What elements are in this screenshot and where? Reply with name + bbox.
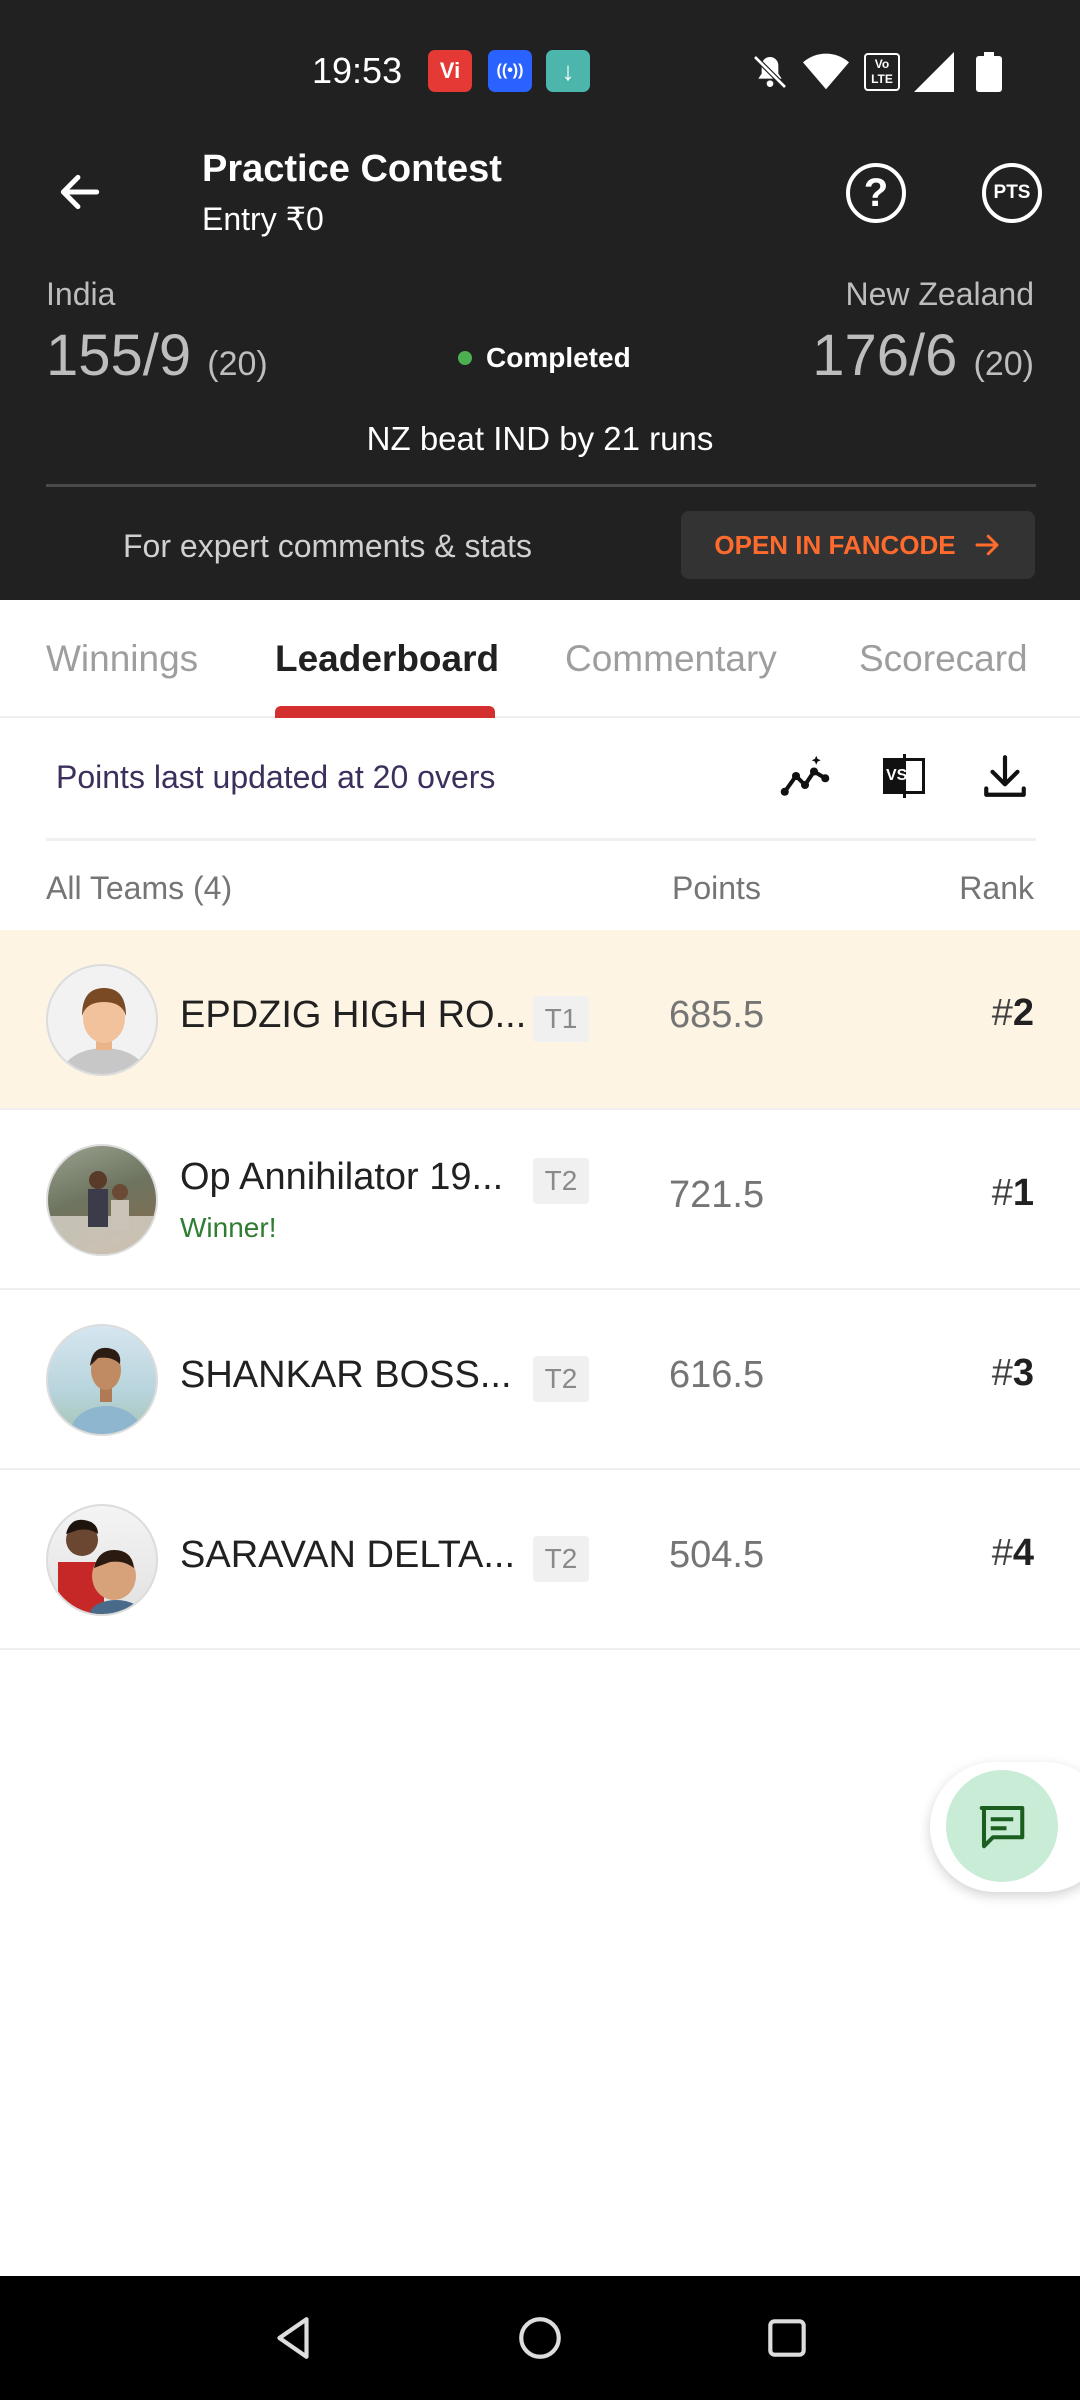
versus-label: VS	[886, 767, 908, 784]
team-rank: #1	[992, 1172, 1034, 1215]
team-row[interactable]: SARAVAN DELTA... T2 504.5 #4	[0, 1470, 1080, 1650]
avatar	[46, 1504, 158, 1616]
rank-value: 3	[1012, 1352, 1034, 1394]
team-points: 685.5	[669, 994, 765, 1036]
arrow-right-icon	[975, 534, 999, 556]
back-arrow-icon[interactable]	[48, 160, 112, 224]
tab-leaderboard[interactable]: Leaderboard	[275, 638, 499, 680]
points-updated-text: Points last updated at 20 overs	[56, 759, 496, 795]
battery-icon	[976, 50, 1002, 94]
team1-overs: (20)	[207, 345, 268, 383]
vi-app-icon: Vi	[428, 50, 472, 92]
avatar	[46, 1144, 158, 1256]
nav-recents-icon[interactable]	[755, 2306, 819, 2370]
entry-fee: Entry ₹0	[202, 201, 324, 237]
nav-home-icon[interactable]	[508, 2306, 572, 2370]
team-tag: T2	[533, 1536, 589, 1582]
wifi-icon	[803, 50, 849, 94]
winner-label: Winner!	[180, 1212, 277, 1243]
rank-value: 2	[1012, 992, 1034, 1034]
divider	[46, 838, 1036, 841]
avatar	[46, 1324, 158, 1436]
team2-overs: (20)	[973, 345, 1034, 383]
all-teams-header: All Teams (4)	[46, 870, 233, 906]
team-points: 616.5	[669, 1354, 765, 1396]
chat-icon[interactable]	[946, 1770, 1058, 1882]
team-row[interactable]: SHANKAR BOSS... T2 616.5 #3	[0, 1290, 1080, 1470]
team-rank: #2	[992, 992, 1034, 1035]
fancode-button-label: OPEN IN FANCODE	[714, 529, 956, 560]
tab-commentary[interactable]: Commentary	[565, 638, 777, 680]
versus-icon[interactable]: VS	[875, 746, 935, 806]
nav-back-icon[interactable]	[262, 2306, 326, 2370]
rank-hash: #	[991, 1352, 1013, 1394]
status-dot-icon	[458, 351, 472, 365]
team-points: 721.5	[669, 1174, 765, 1216]
page-title: Practice Contest	[202, 148, 502, 190]
team-name: SHANKAR BOSS...	[180, 1354, 512, 1396]
volte-icon: Vo LTE	[864, 50, 900, 94]
rank-value: 4	[1012, 1532, 1034, 1574]
team1-runs: 155/9	[46, 323, 192, 388]
tab-bar: Winnings Leaderboard Commentary Scorecar…	[0, 600, 1080, 718]
team2-runs: 176/6	[812, 323, 958, 388]
download-icon[interactable]	[975, 746, 1035, 806]
team-rank: #4	[992, 1532, 1034, 1575]
team2-score: 176/6 (20)	[812, 322, 1034, 389]
team1-score: 155/9 (20)	[46, 322, 268, 389]
team-name: EPDZIG HIGH RO...	[180, 994, 527, 1036]
open-in-fancode-button[interactable]: OPEN IN FANCODE	[681, 511, 1035, 579]
system-nav-bar	[0, 2276, 1080, 2400]
match-header: 19:53 Vi ((•)) ↓ Vo LTE Practice Contest …	[0, 0, 1080, 600]
status-time: 19:53	[312, 50, 403, 91]
trend-chart-icon[interactable]	[775, 746, 835, 806]
mute-icon	[750, 50, 790, 94]
team-name: Op Annihilator 19...	[180, 1156, 504, 1198]
team-row[interactable]: Op Annihilator 19... Winner! T2 721.5 #1	[0, 1110, 1080, 1290]
team-tag: T1	[533, 996, 589, 1042]
signal-icon	[914, 50, 954, 94]
team-tag: T2	[533, 1158, 589, 1204]
avatar	[46, 964, 158, 1076]
match-status-label: Completed	[486, 342, 631, 373]
points-system-icon[interactable]: PTS	[982, 163, 1042, 223]
rank-hash: #	[991, 1532, 1013, 1574]
expert-text: For expert comments & stats	[123, 528, 533, 564]
rank-header: Rank	[959, 870, 1034, 906]
tab-winnings[interactable]: Winnings	[46, 638, 198, 680]
rank-value: 1	[1012, 1172, 1034, 1214]
rank-hash: #	[991, 1172, 1013, 1214]
team-rank: #3	[992, 1352, 1034, 1395]
team2-name: New Zealand	[845, 276, 1034, 312]
team-points: 504.5	[669, 1534, 765, 1576]
team-tag: T2	[533, 1356, 589, 1402]
rank-hash: #	[991, 992, 1013, 1034]
download-app-icon: ↓	[546, 50, 590, 92]
divider	[46, 484, 1036, 487]
help-icon[interactable]: ?	[846, 163, 906, 223]
match-result: NZ beat IND by 21 runs	[366, 420, 714, 457]
tab-scorecard[interactable]: Scorecard	[859, 638, 1028, 680]
active-tab-indicator	[275, 706, 495, 718]
team-name: SARAVAN DELTA...	[180, 1534, 516, 1576]
match-status: Completed	[458, 342, 631, 374]
broadcast-app-icon: ((•))	[488, 50, 532, 92]
team1-name: India	[46, 276, 116, 312]
team-row[interactable]: EPDZIG HIGH RO... T1 685.5 #2	[0, 930, 1080, 1110]
points-header: Points	[672, 870, 761, 906]
